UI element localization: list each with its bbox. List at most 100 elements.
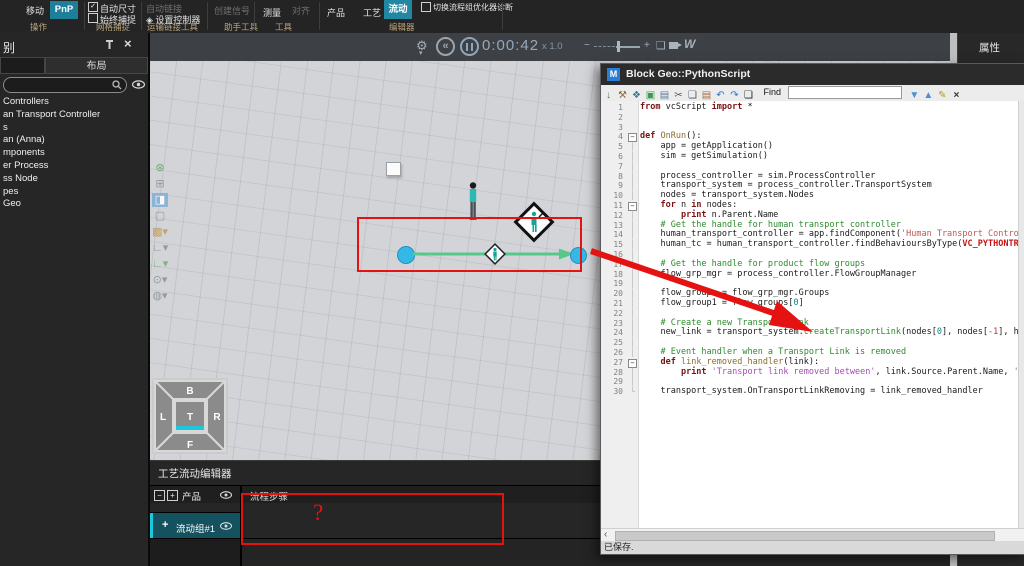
find-buttons: ▼ ▲ ✎ × [907, 85, 963, 102]
collapse-all-button[interactable]: − [154, 490, 165, 501]
sidebar-tab-layout[interactable]: 布局 [45, 57, 148, 74]
axes-icon[interactable]: ∟▾ [152, 257, 168, 271]
speed-plus-icon[interactable]: + [644, 40, 650, 51]
expand-all-button[interactable]: + [167, 490, 178, 501]
gear-caret-icon[interactable]: ▾ [419, 49, 423, 57]
list-item[interactable]: er Process [3, 160, 148, 173]
ribbon-separator [254, 2, 255, 30]
selection-mode-icon[interactable]: ⊙▾ [152, 273, 168, 287]
eye-icon[interactable] [220, 522, 232, 530]
create-signal-button[interactable]: 创建信号 [214, 4, 250, 17]
product-box[interactable] [386, 162, 401, 176]
sim-speed: x 1.0 [542, 41, 563, 52]
reset-rewind-icon[interactable]: « [436, 37, 455, 56]
group-label-operation: 操作 [30, 22, 48, 32]
save-status: 已保存. [604, 542, 634, 552]
process-editor-button[interactable]: 工艺 [363, 6, 381, 19]
wireframe-icon[interactable]: ▢ [152, 209, 168, 223]
pause-icon[interactable] [460, 37, 479, 56]
ribbon-separator [207, 2, 208, 30]
sidebar-title: 别 [3, 41, 16, 55]
group-label-grid-snap: 网格捕捉 [96, 22, 131, 32]
flow-product-header: − + 产品 [150, 485, 240, 504]
simulation-playbar: ⚙ ▾ « 0:00:42 x 1.0 − + ❏ W [150, 33, 950, 61]
auto-size-checkbox[interactable]: ✓ [88, 2, 98, 12]
group-label-helper-tools: 助手工具 [224, 22, 259, 32]
list-item[interactable]: ss Node [3, 173, 148, 186]
nav-left-face[interactable]: L [160, 412, 166, 423]
script-toolbar: ↓ ⚒ ❖ ▣ ▤ ✂ ❏ ▤ ↶ ↷ ❏ Find ▼ ▲ ✎ × [601, 85, 1024, 102]
toggle-diagnostics-label: 切换流程组优化器诊断 [433, 3, 513, 12]
code-line: 28 │ print 'Transport link removed betwee… [613, 366, 1024, 377]
ribbon-separator [502, 2, 503, 30]
scroll-left-icon[interactable]: ‹ [604, 529, 607, 540]
search-input[interactable] [3, 77, 127, 93]
annotation-rect-flow-steps [241, 493, 504, 545]
flow-left-empty [150, 538, 240, 566]
experience-export-icon[interactable]: W [684, 37, 695, 51]
code-line: 2 [618, 112, 623, 122]
nav-back-face[interactable]: B [186, 386, 193, 397]
speed-minus-icon[interactable]: − [584, 40, 590, 51]
flow-editor-title: 工艺流动编辑器 [158, 468, 232, 480]
move-button[interactable]: 移动 [26, 4, 44, 17]
list-item[interactable]: s [3, 122, 148, 135]
fill-view-icon[interactable]: ⊛ [152, 161, 168, 175]
search-icon [112, 80, 122, 90]
flow-group-row[interactable]: + 流动组#1 [150, 512, 240, 539]
view-navigation-pad[interactable]: B L T R F [152, 378, 228, 454]
annotation-rect-transport-link [357, 217, 582, 272]
pin-icon[interactable] [104, 39, 115, 50]
sim-time: 0:00:42 [482, 37, 540, 54]
render-mode-icon[interactable]: ◨ [152, 193, 168, 207]
flow-editor-button[interactable]: 流动 [384, 0, 412, 19]
hscroll-thumb[interactable] [615, 531, 995, 541]
measure-button[interactable]: 测量 [263, 6, 281, 19]
ribbon-separator [84, 2, 85, 30]
human-figure[interactable] [466, 182, 480, 222]
list-item[interactable]: an (Anna) [3, 134, 148, 147]
list-item[interactable]: Controllers [3, 96, 148, 109]
nav-right-face[interactable]: R [213, 412, 221, 423]
align-button[interactable]: 对齐 [292, 4, 310, 17]
code-horizontal-scrollbar[interactable]: ‹ [601, 528, 1024, 542]
group-label-tools: 工具 [275, 22, 293, 32]
script-toolbar-icons: ↓ ⚒ ❖ ▣ ▤ ✂ ❏ ▤ ↶ ↷ ❏ [601, 85, 755, 102]
toggle-diagnostics-checkbox[interactable] [421, 2, 431, 12]
eye-icon[interactable] [220, 491, 232, 499]
sidebar-tab-ecatalog[interactable] [0, 57, 45, 74]
speed-slider-handle[interactable] [617, 41, 620, 52]
list-item[interactable]: an Transport Controller [3, 109, 148, 122]
origin-frame-icon[interactable]: ∟▾ [152, 241, 168, 255]
list-item[interactable]: Geo [3, 198, 148, 211]
frames-icon[interactable]: ▩▾ [152, 225, 168, 239]
world-icon[interactable]: ◍▾ [152, 289, 168, 303]
list-item[interactable]: pes [3, 186, 148, 199]
code-vertical-scrollbar[interactable] [1018, 101, 1024, 528]
flow-group-label: 流动组#1 [176, 524, 216, 535]
fit-view-icon[interactable]: ⊞ [152, 177, 168, 191]
script-window-titlebar[interactable]: M Block Geo::PythonScript [601, 64, 1024, 85]
row-selected-bar [150, 513, 153, 539]
nav-top-face[interactable]: T [187, 412, 193, 423]
find-input[interactable] [788, 86, 903, 99]
group-label-editor: 编辑器 [389, 22, 415, 32]
speed-slider-track-left[interactable] [594, 46, 615, 47]
product-editor-button[interactable]: 产品 [327, 6, 345, 19]
sidebar-panel: 别 × 布局 Controllers an Transport Controlle… [0, 33, 148, 566]
pnp-button[interactable]: PnP [50, 1, 78, 19]
code-line: 1 from vcScript import * [618, 102, 753, 112]
annotation-arrow [590, 248, 813, 332]
export-pdf-icon[interactable]: ❏ [656, 39, 666, 52]
row-expand-icon[interactable]: + [162, 519, 168, 531]
close-icon[interactable]: × [124, 36, 132, 51]
ribbon-separator [141, 2, 142, 30]
nav-front-face[interactable]: F [187, 440, 193, 451]
list-item[interactable]: mponents [3, 147, 148, 160]
eye-icon[interactable] [132, 80, 145, 89]
product-column-header: 产品 [182, 492, 202, 503]
group-label-transport-link-tools: 运输链接工具 [147, 22, 199, 32]
properties-title: 属性 [979, 42, 1000, 54]
record-video-icon[interactable] [669, 42, 682, 49]
code-line: 30 └ transport_system.OnTransportLinkRemo… [613, 386, 983, 397]
